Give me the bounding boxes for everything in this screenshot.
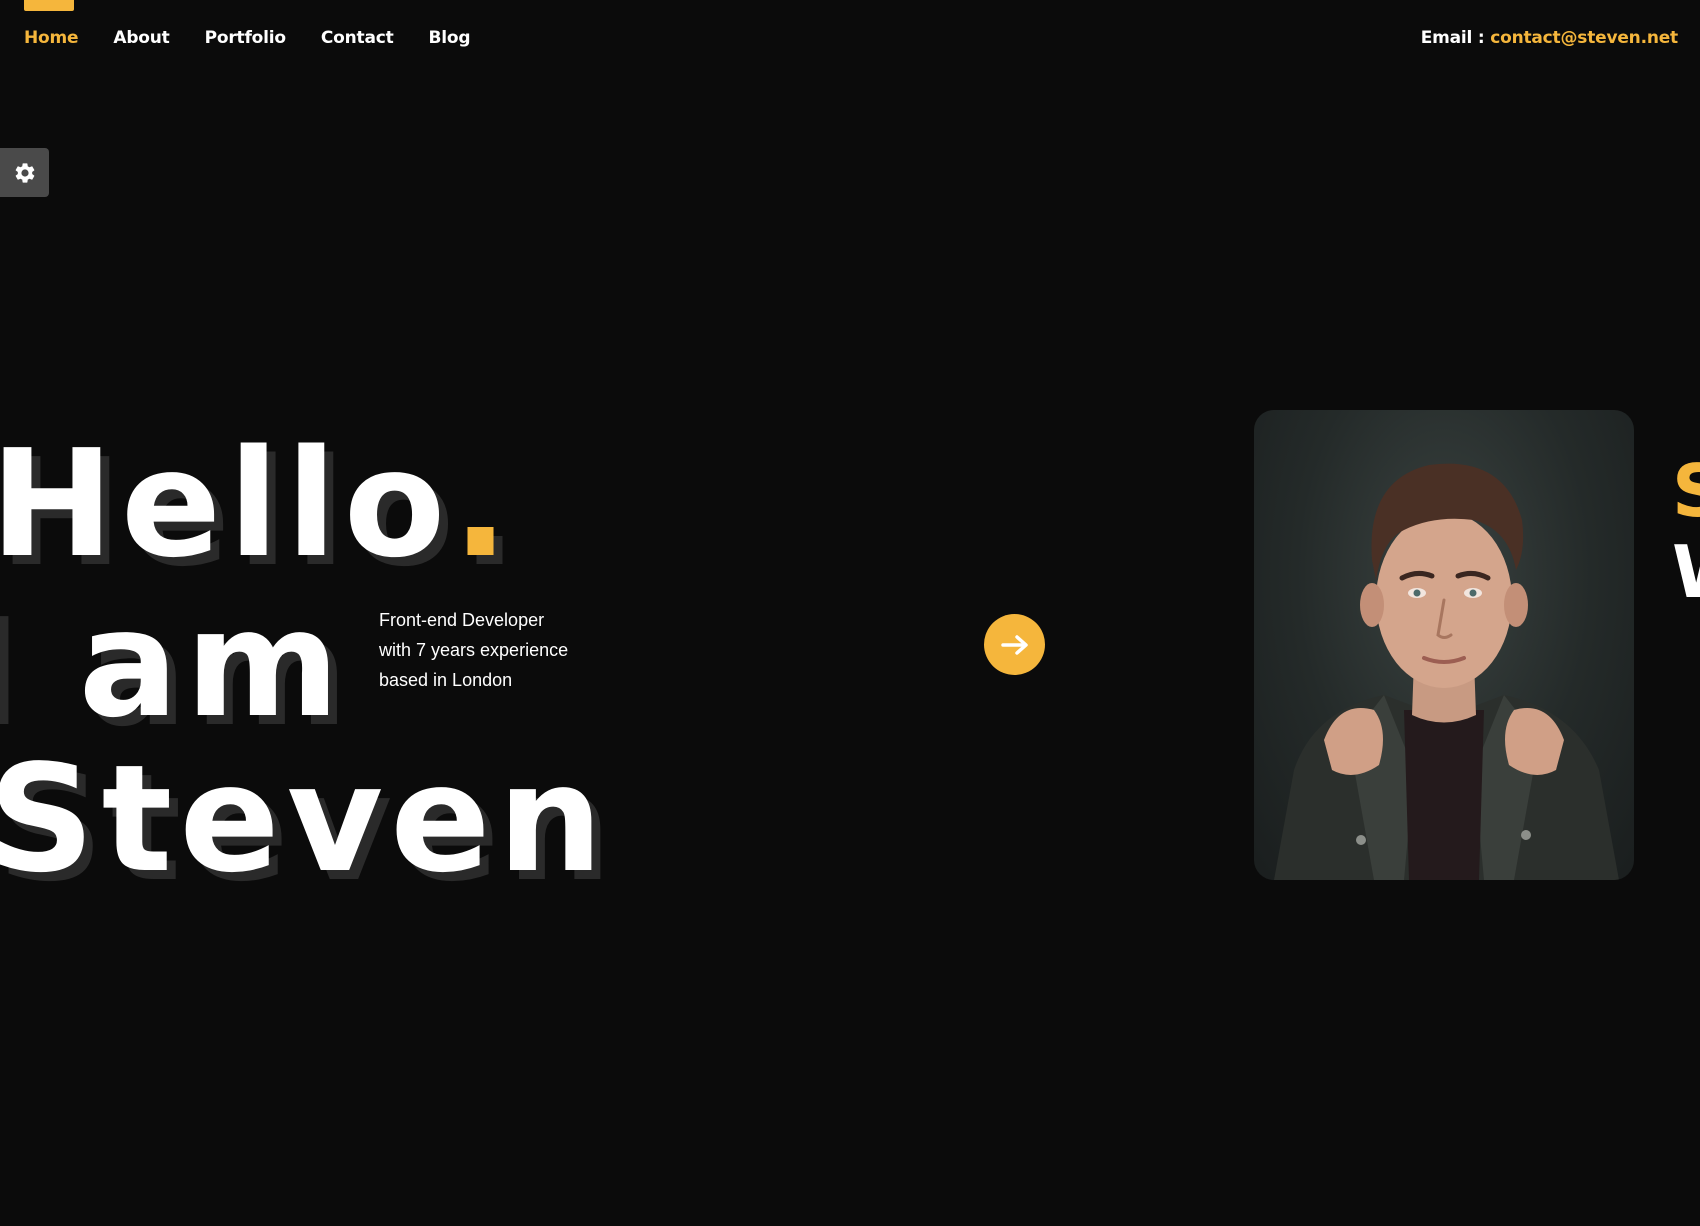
main-nav: Home About Portfolio Contact Blog bbox=[24, 28, 471, 48]
nav-item-portfolio[interactable]: Portfolio bbox=[205, 28, 286, 48]
email-link[interactable]: contact@steven.net bbox=[1490, 28, 1678, 48]
hero-heading-iam: I am bbox=[0, 578, 347, 750]
intro-line: based in London bbox=[379, 670, 513, 690]
hero-accent-dot: . bbox=[452, 418, 516, 590]
nav-item-blog[interactable]: Blog bbox=[429, 28, 471, 48]
intro-line: with 7 years experience bbox=[379, 640, 569, 660]
settings-toggle-button[interactable] bbox=[0, 148, 49, 197]
hero-next-button[interactable] bbox=[984, 614, 1045, 675]
hero-heading-name: Steven bbox=[0, 733, 610, 905]
nav-item-home[interactable]: Home bbox=[24, 28, 79, 48]
arrow-right-icon bbox=[1000, 634, 1028, 655]
hero-intro: Front-end Developer with 7 years experie… bbox=[379, 605, 609, 695]
nav-item-contact[interactable]: Contact bbox=[321, 28, 394, 48]
hero-hello-text: Hello bbox=[0, 418, 453, 590]
side-heading: W bbox=[1672, 536, 1700, 608]
gear-icon bbox=[15, 162, 34, 183]
side-heading-accent: S bbox=[1672, 449, 1700, 533]
intro-line: Front-end Developer bbox=[379, 610, 545, 630]
email-label: Email : bbox=[1420, 28, 1485, 48]
nav-item-about[interactable]: About bbox=[113, 28, 169, 48]
hero-heading-hello: Hello. bbox=[0, 430, 516, 578]
header-email: Email : contact@steven.net bbox=[1421, 28, 1678, 48]
active-nav-indicator bbox=[24, 0, 74, 11]
profile-photo bbox=[1254, 410, 1634, 880]
